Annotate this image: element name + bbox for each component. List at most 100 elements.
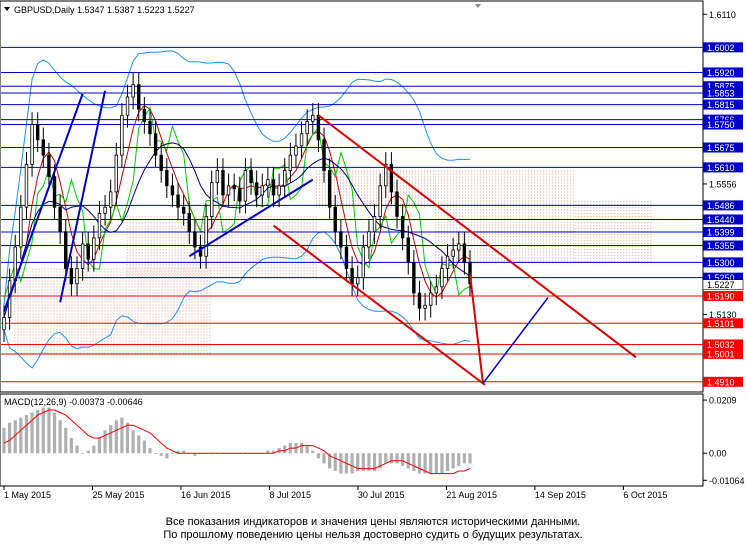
- resistance-label: 1.5610: [707, 163, 735, 173]
- x-tick-label: 8 Jul 2015: [269, 490, 311, 500]
- macd-hist-bar: [109, 425, 113, 454]
- x-tick-label: 14 Sep 2015: [535, 490, 586, 500]
- candle-body: [125, 96, 130, 116]
- y-tick-label: 1.6110: [709, 10, 736, 20]
- candle-body: [400, 216, 405, 239]
- support-label: 1.5190: [707, 292, 735, 302]
- candle-body: [260, 185, 264, 196]
- resistance-label: 1.5355: [707, 241, 735, 251]
- candle-body: [47, 154, 51, 177]
- support-label: 1.5001: [707, 349, 735, 359]
- candle-body: [428, 292, 433, 306]
- macd-hist-bar: [92, 445, 96, 454]
- x-tick-label: 1 May 2015: [4, 490, 51, 500]
- resistance-label: 1.6002: [707, 43, 735, 53]
- macd-hist-bar: [41, 407, 45, 454]
- candle-body: [305, 121, 309, 135]
- x-tick-label: 16 Jun 2015: [181, 490, 231, 500]
- candle-body: [316, 114, 321, 141]
- candle-body: [35, 124, 40, 141]
- candle-body: [215, 170, 220, 184]
- macd-hist-bar: [131, 430, 135, 454]
- macd-hist-bar: [24, 415, 29, 454]
- macd-hist-bar: [417, 453, 422, 474]
- candle-body: [221, 170, 225, 196]
- candle-body: [58, 206, 62, 233]
- macd-hist-bar: [153, 453, 158, 455]
- macd-hist-bar: [86, 450, 90, 454]
- resistance-label: 1.5750: [707, 120, 735, 130]
- candle-body: [193, 231, 197, 248]
- candle-body: [114, 154, 118, 193]
- macd-hist-bar: [69, 437, 73, 454]
- macd-tick-label: 0.0209: [709, 396, 737, 406]
- resistance-label: 1.5675: [707, 143, 735, 153]
- candle-body: [176, 194, 180, 208]
- y-tick-label: 1.5130: [709, 310, 737, 320]
- candle-body: [440, 268, 444, 288]
- candle-body: [19, 206, 23, 248]
- candle-body: [412, 261, 416, 294]
- candle-body: [75, 268, 79, 285]
- macd-hist-bar: [75, 445, 79, 454]
- x-tick-label: 30 Jul 2015: [358, 490, 405, 500]
- macd-hist-bar: [97, 437, 102, 454]
- macd-hist-bar: [103, 430, 107, 454]
- macd-hist-bar: [81, 453, 85, 455]
- candle-body: [288, 154, 293, 171]
- y-tick-label: 1.5556: [709, 179, 737, 189]
- macd-hist-bar: [412, 453, 416, 472]
- candle-body: [327, 170, 332, 208]
- macd-hist-bar: [114, 420, 118, 454]
- macd-tick-label: 0.00: [709, 449, 727, 459]
- candle-body: [170, 185, 175, 196]
- disclaimer-line-2: По прошлому поведению цены нельзя достов…: [163, 529, 583, 541]
- candle-body: [277, 185, 281, 196]
- candle-body: [249, 170, 253, 184]
- macd-hist-bar: [8, 422, 12, 454]
- macd-hist-bar: [19, 417, 23, 454]
- candle-body: [142, 108, 147, 122]
- macd-hist-bar: [2, 427, 6, 454]
- macd-header: MACD(12,26,9) -0.00373 -0.00646: [4, 397, 143, 407]
- macd-hist-bar: [445, 453, 450, 472]
- candle-body: [299, 133, 304, 147]
- macd-hist-bar: [170, 453, 175, 455]
- resistance-label: 1.5815: [707, 100, 735, 110]
- candle-body: [86, 243, 90, 260]
- resistance-label: 1.5853: [707, 88, 735, 98]
- candle-body: [24, 163, 29, 208]
- candle-body: [232, 185, 236, 190]
- candle-body: [395, 191, 399, 217]
- macd-hist-bar: [299, 443, 304, 454]
- candle-body: [64, 231, 68, 269]
- macd-hist-bar: [142, 440, 146, 454]
- support-label: 1.5101: [707, 319, 735, 329]
- candle-body: [361, 246, 366, 279]
- candle-body: [153, 133, 158, 156]
- candle-body: [120, 114, 124, 156]
- candle-body: [41, 139, 46, 156]
- macd-hist-bar: [451, 453, 455, 469]
- candle-body: [457, 243, 461, 251]
- candle-body: [372, 216, 377, 233]
- candle-body: [367, 231, 371, 248]
- candle-body: [187, 212, 191, 233]
- candle-body: [333, 206, 337, 233]
- disclaimer: Все показания индикаторов и значения цен…: [0, 516, 746, 542]
- candle-body: [69, 268, 74, 285]
- macd-hist-bar: [384, 453, 388, 464]
- macd-hist-bar: [148, 448, 152, 454]
- macd-hist-bar: [311, 450, 315, 454]
- support-label: 1.5032: [707, 340, 735, 350]
- macd-hist-bar: [333, 453, 337, 472]
- candle-body: [97, 212, 102, 239]
- candle-body: [266, 179, 270, 187]
- resistance-label: 1.5920: [707, 68, 735, 78]
- candle-body: [159, 154, 163, 171]
- candle-body: [165, 170, 169, 187]
- x-tick-label: 6 Oct 2015: [623, 490, 667, 500]
- candle-body: [108, 191, 113, 208]
- candle-body: [423, 304, 427, 309]
- candle-body: [238, 188, 242, 202]
